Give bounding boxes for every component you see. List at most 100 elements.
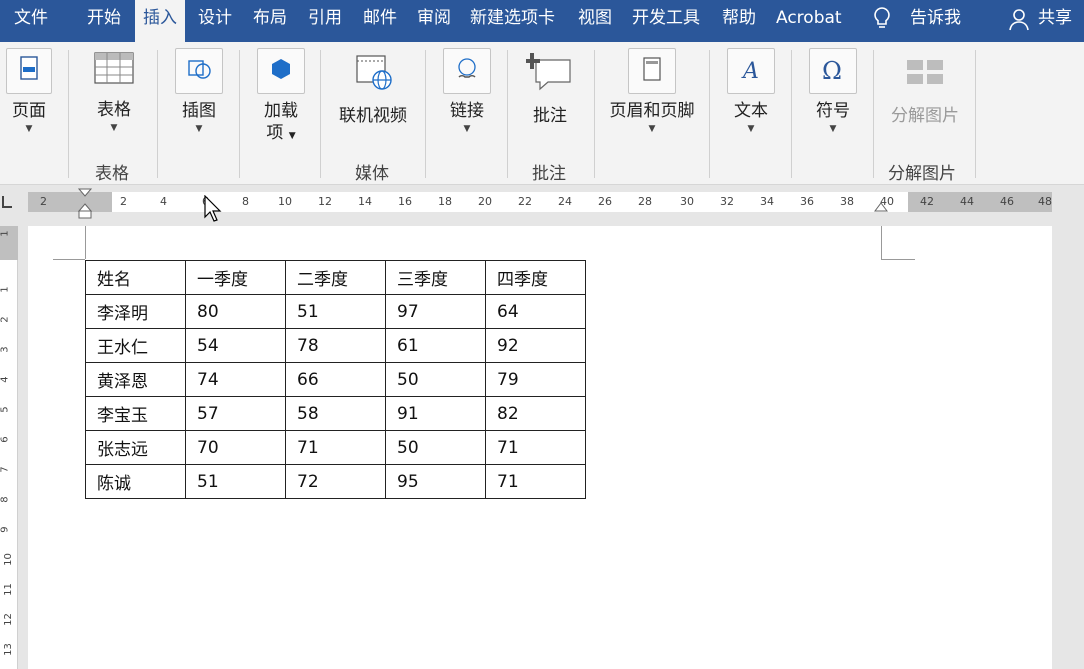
table-cell[interactable]: 64 xyxy=(486,295,586,329)
ruler-tick: 10 xyxy=(278,195,292,208)
table-cell[interactable]: 79 xyxy=(486,363,586,397)
table-cell[interactable]: 97 xyxy=(386,295,486,329)
svg-text:A: A xyxy=(741,59,759,84)
table-cell[interactable]: 80 xyxy=(186,295,286,329)
indent-marker-icon[interactable] xyxy=(78,188,92,220)
split-picture-icon xyxy=(888,48,962,99)
table-cell[interactable]: 66 xyxy=(286,363,386,397)
table-cell[interactable]: 黄泽恩 xyxy=(86,363,186,397)
score-table[interactable]: 姓名 一季度 二季度 三季度 四季度 李泽明 80 51 97 64 王水仁 5… xyxy=(85,260,586,499)
table-cell[interactable]: 71 xyxy=(486,431,586,465)
split-picture-button[interactable]: 分解图片 xyxy=(888,48,962,127)
tab-references[interactable]: 引用 xyxy=(308,0,342,42)
table-cell[interactable]: 70 xyxy=(186,431,286,465)
table-cell[interactable]: 张志远 xyxy=(86,431,186,465)
tab-mailings[interactable]: 邮件 xyxy=(363,0,397,42)
ruler-tick: 2 xyxy=(0,316,11,322)
table-cell[interactable]: 王水仁 xyxy=(86,329,186,363)
table-cell[interactable]: 95 xyxy=(386,465,486,499)
vertical-ruler[interactable]: 1 1 2 3 4 5 6 7 8 9 10 11 12 13 xyxy=(0,226,18,669)
addins-button[interactable]: 加载 项 ▼ xyxy=(257,48,305,147)
tab-insert[interactable]: 插入 xyxy=(135,0,185,42)
tab-layout[interactable]: 布局 xyxy=(253,0,287,42)
margin-corner-mark xyxy=(85,226,86,259)
table-row: 黄泽恩 74 66 50 79 xyxy=(86,363,586,397)
ruler-tick: 4 xyxy=(160,195,167,208)
table-cell[interactable]: 54 xyxy=(186,329,286,363)
ruler-tick: 5 xyxy=(0,406,11,412)
table-cell[interactable]: 三季度 xyxy=(386,261,486,295)
tab-home[interactable]: 开始 xyxy=(87,0,121,42)
table-cell[interactable]: 57 xyxy=(186,397,286,431)
dropdown-arrow-icon: ▼ xyxy=(175,124,223,134)
table-cell[interactable]: 50 xyxy=(386,431,486,465)
table-cell[interactable]: 51 xyxy=(286,295,386,329)
comment-icon xyxy=(526,48,574,99)
tab-new[interactable]: 新建选项卡 xyxy=(470,0,555,42)
new-comment-button[interactable]: 批注 xyxy=(526,48,574,127)
tab-developer[interactable]: 开发工具 xyxy=(632,0,700,42)
table-cell[interactable]: 陈诚 xyxy=(86,465,186,499)
link-button[interactable]: 链接 ▼ xyxy=(443,48,491,134)
ruler-tick: 8 xyxy=(0,496,11,502)
ribbon-insert: 页面 ▼ 表格 ▼ 表格 插图 ▼ 加载 项 ▼ 联机视频 媒体 xyxy=(0,42,1084,185)
horizontal-ruler[interactable]: 2 2 4 6 8 10 12 14 16 18 20 22 24 26 28 … xyxy=(28,192,1052,212)
lightbulb-icon[interactable] xyxy=(872,6,892,37)
table-cell[interactable]: 92 xyxy=(486,329,586,363)
table-cell[interactable]: 71 xyxy=(486,465,586,499)
page-icon xyxy=(6,48,52,94)
ruler-tick: 1 xyxy=(0,230,11,236)
table-cell[interactable]: 二季度 xyxy=(286,261,386,295)
group-label-media: 媒体 xyxy=(355,159,389,184)
text-button[interactable]: A 文本 ▼ xyxy=(727,48,775,134)
tab-acrobat[interactable]: Acrobat xyxy=(776,0,842,42)
table-button[interactable]: 表格 ▼ xyxy=(88,48,140,133)
tab-selector-icon[interactable] xyxy=(2,196,12,208)
share-button[interactable]: 共享 xyxy=(1038,0,1072,42)
table-cell[interactable]: 72 xyxy=(286,465,386,499)
svg-text:Ω: Ω xyxy=(822,57,842,85)
table-cell[interactable]: 91 xyxy=(386,397,486,431)
table-cell[interactable]: 一季度 xyxy=(186,261,286,295)
dropdown-arrow-icon: ▼ xyxy=(606,124,698,134)
addin-cube-icon xyxy=(257,48,305,94)
table-cell[interactable]: 四季度 xyxy=(486,261,586,295)
table-cell[interactable]: 姓名 xyxy=(86,261,186,295)
ruler-tick: 26 xyxy=(598,195,612,208)
table-cell[interactable]: 李泽明 xyxy=(86,295,186,329)
table-cell[interactable]: 58 xyxy=(286,397,386,431)
table-cell[interactable]: 74 xyxy=(186,363,286,397)
ruler-text-area xyxy=(112,192,908,212)
ruler-tick: 22 xyxy=(518,195,532,208)
illustrations-button[interactable]: 插图 ▼ xyxy=(175,48,223,134)
pages-button[interactable]: 页面 ▼ xyxy=(6,48,52,134)
tab-review[interactable]: 审阅 xyxy=(417,0,451,42)
tab-design[interactable]: 设计 xyxy=(198,0,232,42)
tell-me-box[interactable]: 告诉我 xyxy=(910,0,961,42)
table-cell[interactable]: 李宝玉 xyxy=(86,397,186,431)
table-cell[interactable]: 50 xyxy=(386,363,486,397)
user-icon[interactable] xyxy=(1008,6,1030,37)
tab-file[interactable]: 文件 xyxy=(14,0,48,42)
dropdown-arrow-icon: ▼ xyxy=(809,124,857,134)
online-video-button[interactable]: 联机视频 xyxy=(336,48,410,127)
symbols-button[interactable]: Ω 符号 ▼ xyxy=(809,48,857,134)
header-footer-icon xyxy=(628,48,676,94)
table-cell[interactable]: 61 xyxy=(386,329,486,363)
document-page[interactable]: 姓名 一季度 二季度 三季度 四季度 李泽明 80 51 97 64 王水仁 5… xyxy=(28,226,1052,669)
group-divider xyxy=(873,50,874,178)
ribbon-tab-bar: 文件 开始 插入 设计 布局 引用 邮件 审阅 新建选项卡 视图 开发工具 帮助… xyxy=(0,0,1084,42)
table-cell[interactable]: 82 xyxy=(486,397,586,431)
table-cell[interactable]: 51 xyxy=(186,465,286,499)
tab-help[interactable]: 帮助 xyxy=(722,0,756,42)
vertical-scrollbar[interactable] xyxy=(1072,226,1084,669)
table-cell[interactable]: 71 xyxy=(286,431,386,465)
tab-view[interactable]: 视图 xyxy=(578,0,612,42)
dropdown-arrow-icon: ▼ xyxy=(443,124,491,134)
right-indent-marker-icon[interactable] xyxy=(874,202,888,214)
ruler-tick: 16 xyxy=(398,195,412,208)
table-row: 李宝玉 57 58 91 82 xyxy=(86,397,586,431)
table-cell[interactable]: 78 xyxy=(286,329,386,363)
dropdown-arrow-icon: ▼ xyxy=(88,123,140,133)
header-footer-button[interactable]: 页眉和页脚 ▼ xyxy=(606,48,698,134)
